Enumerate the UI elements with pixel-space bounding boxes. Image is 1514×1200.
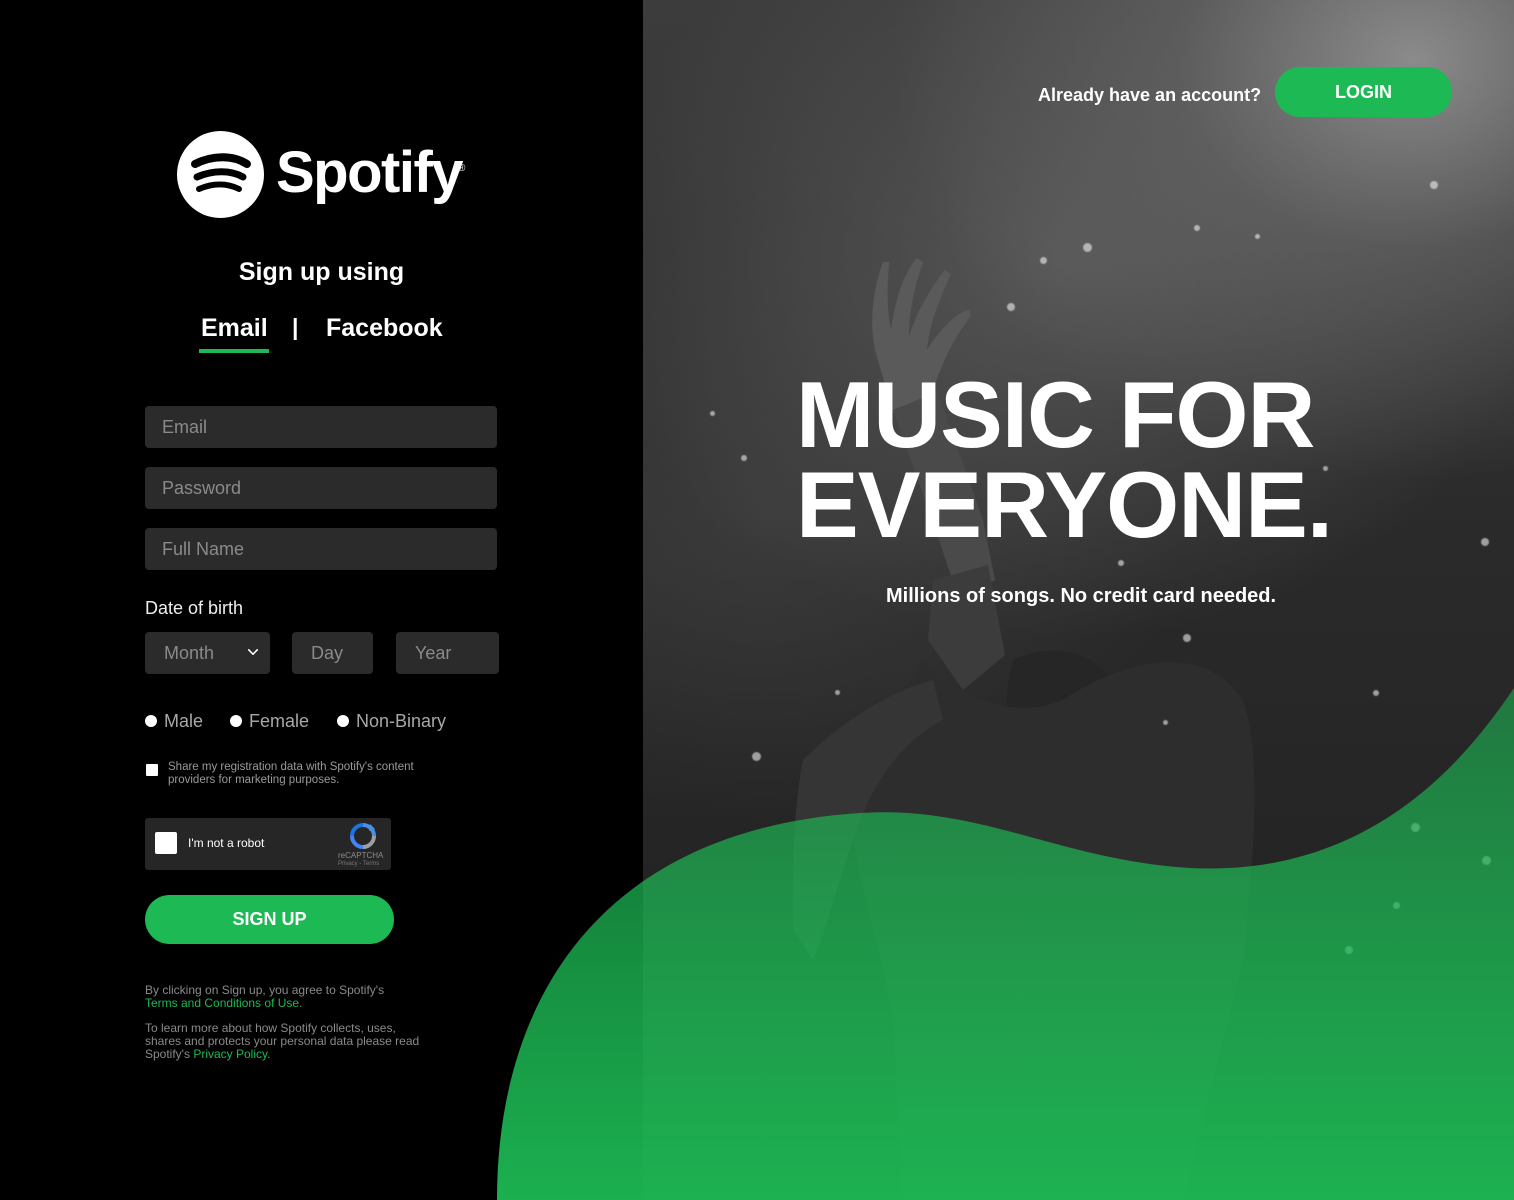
terms-link[interactable]: Terms and Conditions of Use — [145, 996, 299, 1010]
chevron-down-icon — [248, 649, 258, 655]
hero-headline-line-2: EVERYONE. — [796, 452, 1333, 557]
terms-period: . — [299, 996, 303, 1010]
share-data-checkbox[interactable] — [146, 764, 158, 776]
privacy-period: . — [267, 1047, 271, 1061]
gender-male-label: Male — [164, 711, 204, 731]
spotify-logo[interactable]: Spotify ® — [177, 131, 477, 221]
radio-circle — [145, 715, 157, 727]
gender-female-label: Female — [249, 711, 310, 731]
terms-notice: By clicking on Sign up, you agree to Spo… — [145, 984, 425, 1010]
tab-separator: | — [292, 314, 299, 340]
radio-circle — [337, 715, 349, 727]
privacy-notice-text: To learn more about how Spotify collects… — [145, 1021, 420, 1061]
password-input[interactable] — [145, 467, 497, 509]
privacy-policy-link[interactable]: Privacy Policy — [193, 1047, 267, 1061]
recaptcha-widget: I'm not a robot reCAPTCHA Privacy - Term… — [145, 818, 391, 870]
full-name-input[interactable] — [145, 528, 497, 570]
share-data-label: Share my registration data with Spotify'… — [168, 761, 414, 786]
year-input[interactable] — [396, 632, 499, 674]
recaptcha-brand: reCAPTCHA — [338, 851, 384, 860]
email-input[interactable] — [145, 406, 497, 448]
terms-notice-text: By clicking on Sign up, you agree to Spo… — [145, 983, 385, 997]
recaptcha-checkbox[interactable] — [155, 832, 177, 854]
day-input[interactable] — [292, 632, 373, 674]
privacy-notice: To learn more about how Spotify collects… — [145, 1022, 425, 1061]
month-select[interactable]: Month — [145, 632, 270, 674]
spotify-logo-icon — [177, 131, 264, 218]
tab-facebook-label: Facebook — [326, 314, 443, 342]
already-have-account-text: Already have an account? — [1038, 85, 1262, 105]
hero-headline-line-1: MUSIC FOR — [796, 362, 1315, 467]
signup-method-tabs: Email | Facebook — [0, 314, 643, 354]
tab-email[interactable]: Email — [199, 314, 269, 353]
recaptcha-links[interactable]: Privacy - Terms — [338, 861, 379, 867]
gender-nonbinary-label: Non-Binary — [356, 711, 447, 731]
tab-email-label: Email — [201, 314, 268, 342]
recaptcha-label: I'm not a robot — [188, 836, 265, 850]
month-select-value: Month — [164, 643, 215, 663]
active-tab-underline — [199, 349, 269, 353]
hero-headline: MUSIC FOR EVERYONE. — [796, 362, 1416, 557]
hero-subline: Millions of songs. No credit card needed… — [886, 585, 1277, 607]
dob-label: Date of birth — [145, 598, 244, 618]
sign-up-button[interactable]: SIGN UP — [145, 895, 394, 944]
signup-title: Sign up using — [238, 258, 405, 286]
spotify-wordmark: Spotify — [276, 140, 464, 205]
login-button[interactable]: LOGIN — [1275, 67, 1452, 117]
recaptcha-icon — [350, 823, 376, 849]
tab-facebook[interactable]: Facebook — [326, 314, 443, 343]
radio-circle — [230, 715, 242, 727]
registered-mark: ® — [458, 163, 466, 174]
